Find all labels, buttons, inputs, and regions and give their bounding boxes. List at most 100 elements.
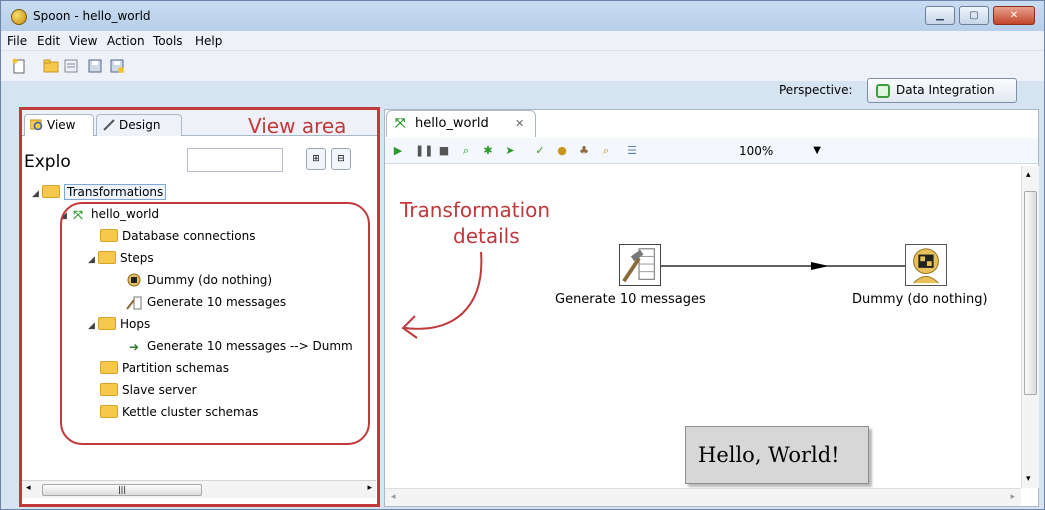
scroll-left-arrow-icon[interactable]: ◂: [391, 492, 396, 502]
tab-view-label: View: [47, 118, 76, 132]
show-results-icon[interactable]: ☰: [625, 144, 639, 158]
zoom-select[interactable]: 100% ▼: [735, 141, 827, 161]
view-area-annotation: View area: [248, 114, 347, 138]
dummy-step-label: Dummy (do nothing): [852, 292, 988, 307]
scroll-right-arrow-icon[interactable]: ▸: [1010, 492, 1015, 502]
left-horizontal-scrollbar[interactable]: ◂ ||| ▸: [22, 480, 376, 498]
tree-item-slave-server[interactable]: Slave server: [100, 380, 197, 400]
transformation-annotation-line1: Transformation: [400, 198, 551, 222]
explore-repository-icon[interactable]: [63, 58, 79, 74]
menu-help[interactable]: Help: [195, 34, 222, 48]
tree-item-label: hello_world: [91, 207, 160, 221]
dummy-step-icon: [913, 248, 939, 284]
tree-item-label: Database connections: [122, 229, 256, 243]
tree-item-hello-world[interactable]: ◢ ⤧ hello_world: [60, 204, 159, 224]
menu-edit[interactable]: Edit: [37, 34, 60, 48]
data-integration-icon: [876, 84, 890, 98]
close-tab-icon[interactable]: ✕: [515, 111, 524, 136]
scroll-down-arrow-icon[interactable]: ▾: [1026, 474, 1031, 484]
transformation-annotation-line2: details: [453, 224, 520, 248]
tree-item-dummy-step[interactable]: Dummy (do nothing): [126, 270, 272, 290]
run-icon[interactable]: ▶: [391, 144, 405, 158]
tree-item-hops[interactable]: ◢ Hops: [88, 314, 150, 334]
canvas-vertical-scrollbar[interactable]: ▴ ▾: [1021, 166, 1039, 488]
replay-icon[interactable]: ➤: [503, 144, 517, 158]
folder-icon: [98, 317, 116, 330]
collapse-all-button[interactable]: ⊟: [331, 148, 351, 170]
menu-tools[interactable]: Tools: [153, 34, 183, 48]
tree-item-transformations[interactable]: ◢ Transformations: [32, 182, 167, 204]
tree-item-label: Steps: [120, 251, 154, 265]
tree-item-label: Dummy (do nothing): [147, 273, 273, 287]
dummy-step[interactable]: [905, 244, 947, 286]
close-button[interactable]: ✕: [993, 6, 1035, 25]
tree-item-label: Slave server: [122, 383, 197, 397]
tab-design[interactable]: Design: [96, 114, 182, 136]
design-pencil-icon: [103, 119, 115, 131]
open-folder-icon[interactable]: [43, 58, 59, 74]
scrollbar-thumb[interactable]: |||: [42, 484, 202, 496]
collapse-arrow-icon[interactable]: ◢: [88, 250, 98, 270]
generate-rows-step[interactable]: [619, 244, 661, 286]
tree-item-label: Hops: [120, 317, 151, 331]
tree-item-kettle-cluster-schemas[interactable]: Kettle cluster schemas: [100, 402, 258, 422]
left-panel: View Design View area Explo ⊞ ⊟ ◢ Transfo…: [19, 109, 379, 507]
menu-bar: File Edit View Action Tools Help: [1, 31, 1044, 51]
folder-icon: [100, 361, 118, 374]
hop-arrow[interactable]: [661, 260, 921, 272]
tab-design-label: Design: [119, 118, 161, 132]
save-as-icon[interactable]: [109, 58, 125, 74]
tree-item-label: Kettle cluster schemas: [122, 405, 259, 419]
perspective-button[interactable]: Data Integration: [867, 78, 1017, 103]
minimize-button[interactable]: ▁: [925, 6, 955, 25]
tree-item-database-connections[interactable]: Database connections: [100, 226, 255, 246]
perspective-label: Perspective:: [779, 83, 853, 97]
spoon-window: Spoon - hello_world ▁ ▢ ✕ File Edit View…: [0, 0, 1045, 510]
transformation-canvas[interactable]: Transformation details Generate 10 messa…: [385, 166, 1019, 488]
scroll-left-arrow-icon[interactable]: ◂: [26, 483, 31, 493]
scroll-up-arrow-icon[interactable]: ▴: [1026, 170, 1031, 180]
stop-icon[interactable]: ■: [437, 144, 451, 158]
scrollbar-thumb[interactable]: [1024, 191, 1037, 395]
view-magnifier-icon: [30, 119, 43, 131]
tab-hello-world-label: hello_world: [415, 116, 489, 131]
folder-icon: [100, 383, 118, 396]
menu-file[interactable]: File: [7, 34, 27, 48]
canvas-horizontal-scrollbar[interactable]: ◂ ▸: [385, 488, 1021, 506]
main-toolbar: [1, 51, 1044, 81]
explorer-search-input[interactable]: [187, 148, 283, 172]
save-icon[interactable]: [87, 58, 103, 74]
tree-item-steps[interactable]: ◢ Steps: [88, 248, 154, 268]
dummy-step-icon: [126, 273, 142, 289]
pause-icon[interactable]: ❚❚: [415, 144, 433, 158]
chevron-down-icon: ▼: [813, 145, 821, 156]
tree-item-label: Partition schemas: [122, 361, 229, 375]
tab-hello-world[interactable]: ⤧ hello_world ✕: [386, 110, 536, 137]
canvas-toolbar: ▶ ❚❚ ■ ⌕ ✱ ➤ ✓ ● ♣ ⌕ ☰ 100% ▼: [385, 138, 1038, 164]
generate-rows-label: Generate 10 messages: [555, 292, 706, 307]
tree-item-hop[interactable]: ➜ Generate 10 messages --> Dumm: [126, 336, 353, 356]
perspective-value: Data Integration: [896, 83, 995, 97]
maximize-button[interactable]: ▢: [959, 6, 989, 25]
preview-icon[interactable]: ⌕: [459, 144, 473, 158]
collapse-arrow-icon[interactable]: ◢: [60, 206, 70, 226]
scroll-right-arrow-icon[interactable]: ▸: [367, 483, 372, 493]
sql-icon[interactable]: ♣: [577, 144, 591, 158]
verify-icon[interactable]: ✓: [533, 144, 547, 158]
new-file-icon[interactable]: [11, 58, 27, 74]
annotation-arrow-icon: [401, 251, 483, 339]
tree-item-partition-schemas[interactable]: Partition schemas: [100, 358, 229, 378]
explore-db-icon[interactable]: ⌕: [599, 144, 613, 158]
expand-all-button[interactable]: ⊞: [306, 148, 326, 170]
transformation-icon: ⤧: [395, 116, 406, 131]
collapse-arrow-icon[interactable]: ◢: [32, 184, 42, 204]
tree-item-generate-step[interactable]: Generate 10 messages: [126, 292, 286, 312]
debug-icon[interactable]: ✱: [481, 144, 495, 158]
menu-view[interactable]: View: [69, 34, 97, 48]
hello-world-note[interactable]: Hello, World!: [685, 426, 869, 484]
menu-action[interactable]: Action: [107, 34, 145, 48]
tab-view[interactable]: View: [24, 114, 94, 136]
zoom-value: 100%: [739, 144, 774, 158]
impact-icon[interactable]: ●: [555, 144, 569, 158]
collapse-arrow-icon[interactable]: ◢: [88, 316, 98, 336]
